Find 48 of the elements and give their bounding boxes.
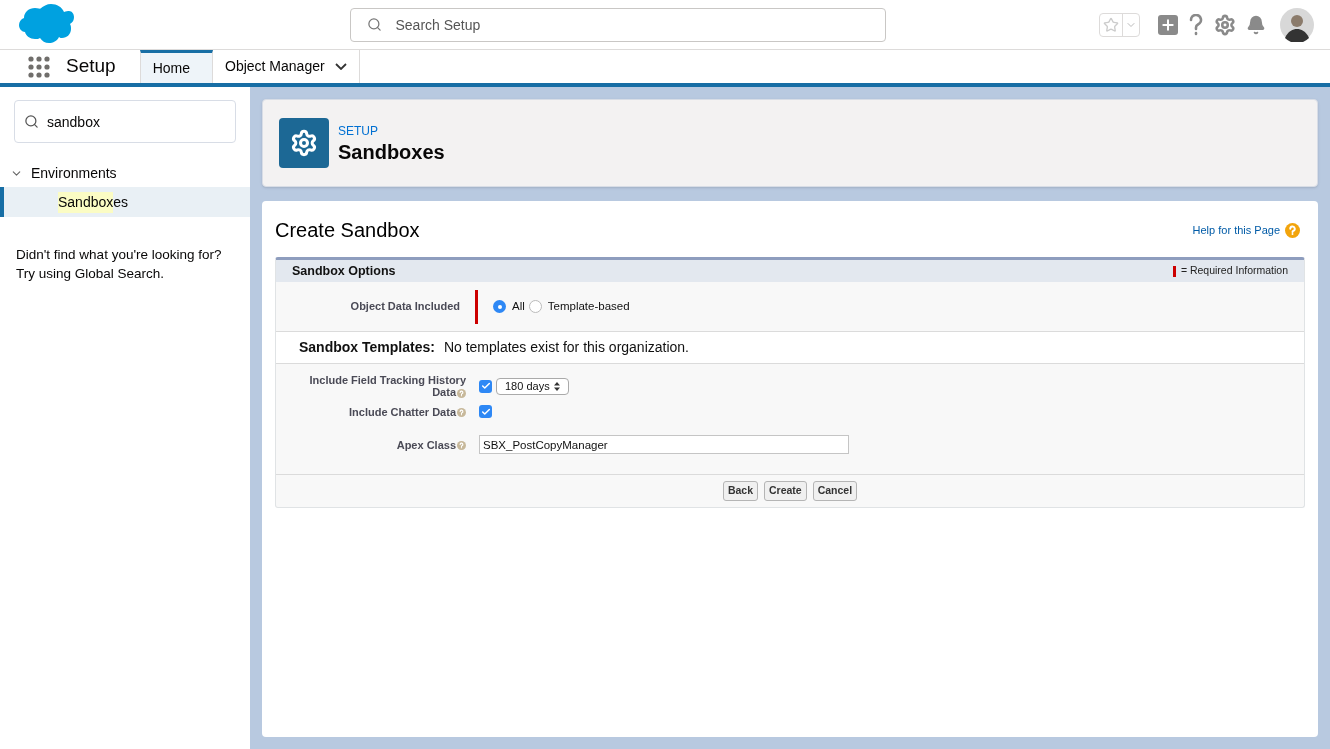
templates-label: Sandbox Templates: <box>299 338 435 357</box>
section-title: Sandbox Options <box>292 262 396 280</box>
form-button[interactable]: Back <box>722 481 758 501</box>
search-icon <box>366 16 382 32</box>
help-icon[interactable] <box>457 441 466 451</box>
cloud-logo[interactable] <box>16 3 74 46</box>
help-icon[interactable] <box>1285 222 1300 238</box>
apex-class-field[interactable]: SBX_PostCopyManager <box>479 435 849 454</box>
required-marker <box>1172 265 1176 277</box>
help-icon[interactable] <box>1188 13 1204 36</box>
app-launcher-icon[interactable] <box>28 55 50 78</box>
page-eyebrow: SETUP <box>338 123 379 140</box>
settings-icon[interactable] <box>1214 13 1236 36</box>
app-name: Setup <box>66 54 116 79</box>
field-label: Apex Class <box>276 438 466 451</box>
radio-option[interactable]: Template-based <box>528 297 630 316</box>
search-icon <box>24 114 39 129</box>
nav-tab[interactable]: Object Manager <box>213 50 360 83</box>
radio-option[interactable]: All <box>493 297 525 316</box>
checkbox[interactable] <box>479 379 492 393</box>
form-button[interactable]: Create <box>764 481 807 501</box>
field-label: Include Field Tracking History Data <box>308 374 466 398</box>
help-icon[interactable] <box>457 388 466 398</box>
days-select[interactable]: 180 days <box>496 377 569 395</box>
field-label: Object Data Included <box>349 299 460 315</box>
help-icon[interactable] <box>457 408 466 418</box>
help-text: Didn't find what you're looking for? Try using Global Search. <box>15 246 223 283</box>
avatar[interactable] <box>1280 7 1314 42</box>
notifications-icon[interactable] <box>1246 14 1266 35</box>
chevron-down-icon[interactable] <box>334 63 347 70</box>
quick-find-field[interactable]: sandbox <box>14 100 236 143</box>
checkbox[interactable] <box>479 405 492 418</box>
form-title: Create Sandbox <box>275 218 420 243</box>
required-marker <box>475 289 478 324</box>
tree-item[interactable]: Sandboxes <box>0 187 250 217</box>
required-legend: = Required Information <box>1180 263 1288 279</box>
help-link[interactable]: Help for this Page <box>1192 221 1280 239</box>
stepper-arrows-icon <box>553 381 560 391</box>
nav-tab[interactable]: Home <box>139 50 213 83</box>
setup-gear-icon <box>279 118 329 168</box>
tree-item[interactable]: Environments <box>0 159 250 187</box>
page-title: Sandboxes <box>338 140 445 164</box>
field-label: Include Chatter Data <box>276 405 466 418</box>
templates-message: No templates exist for this organization. <box>443 338 689 357</box>
add-button[interactable] <box>1158 14 1178 35</box>
search-field[interactable]: Search Setup <box>349 7 886 42</box>
form-button[interactable]: Cancel <box>812 481 858 501</box>
star-icon <box>1103 16 1119 33</box>
